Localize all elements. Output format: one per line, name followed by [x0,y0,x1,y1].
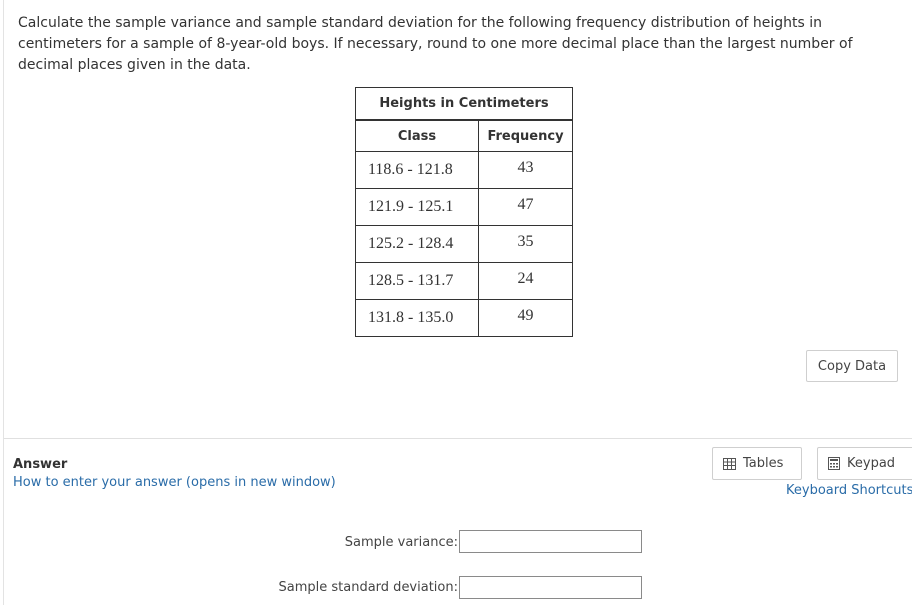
answer-help-link[interactable]: How to enter your answer (opens in new w… [13,475,336,490]
table-row: 131.8 - 135.0 49 [355,299,573,337]
question-text: Calculate the sample variance and sample… [18,15,853,73]
calculator-icon [828,457,840,470]
left-border [3,0,4,605]
column-header-frequency: Frequency [478,119,573,152]
table-caption: Heights in Centimeters [355,87,573,121]
class-cell: 118.6 - 121.8 [355,151,479,189]
class-cell: 128.5 - 131.7 [355,262,479,300]
table-row: 128.5 - 131.7 24 [355,262,573,300]
table-row: 125.2 - 128.4 35 [355,225,573,263]
table-row: 121.9 - 125.1 47 [355,188,573,226]
frequency-cell: 35 [478,225,573,263]
sample-variance-input[interactable] [459,530,642,553]
table-row: 118.6 - 121.8 43 [355,151,573,189]
frequency-cell: 43 [478,151,573,189]
frequency-cell: 24 [478,262,573,300]
table-grid-icon [723,457,736,470]
frequency-table: Heights in Centimeters Class Frequency 1… [355,87,573,337]
sample-stddev-input[interactable] [459,576,642,599]
keypad-button[interactable]: Keypad [817,447,912,480]
tables-button-label: Tables [743,456,784,471]
keypad-button-label: Keypad [847,456,896,471]
frequency-cell: 49 [478,299,573,337]
class-cell: 121.9 - 125.1 [355,188,479,226]
class-cell: 125.2 - 128.4 [355,225,479,263]
column-header-class: Class [355,119,479,152]
frequency-cell: 47 [478,188,573,226]
section-divider [4,438,912,439]
tables-button[interactable]: Tables [712,447,802,480]
class-cell: 131.8 - 135.0 [355,299,479,337]
answer-heading: Answer [13,457,68,472]
copy-data-button[interactable]: Copy Data [806,350,898,382]
sample-variance-label: Sample variance: [344,535,458,550]
sample-stddev-label: Sample standard deviation: [278,580,458,595]
keyboard-shortcuts-link[interactable]: Keyboard Shortcuts [786,483,912,498]
